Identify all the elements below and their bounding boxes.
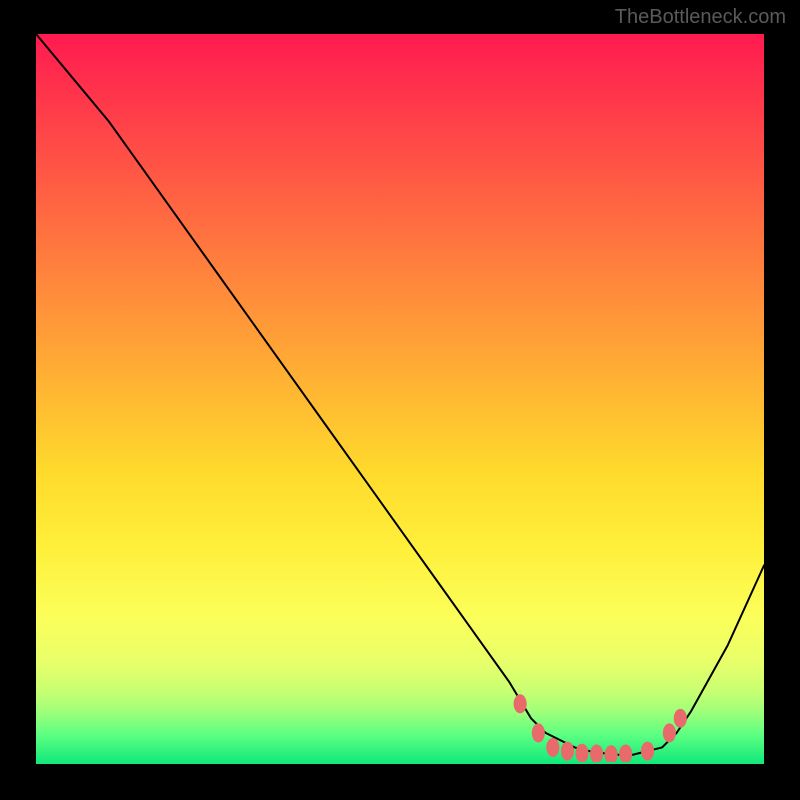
chart-marker bbox=[514, 694, 527, 713]
chart-plot-area bbox=[36, 34, 764, 764]
chart-marker bbox=[641, 742, 654, 761]
chart-marker bbox=[674, 709, 687, 728]
chart-markers bbox=[514, 694, 687, 762]
chart-svg bbox=[36, 34, 764, 762]
chart-marker bbox=[575, 744, 588, 762]
chart-marker bbox=[561, 742, 574, 761]
chart-marker bbox=[619, 745, 632, 762]
chart-marker bbox=[546, 738, 559, 757]
watermark-text: TheBottleneck.com bbox=[615, 6, 786, 29]
chart-marker bbox=[663, 723, 676, 742]
chart-marker bbox=[605, 745, 618, 762]
chart-curve bbox=[36, 34, 764, 755]
chart-marker bbox=[532, 723, 545, 742]
chart-marker bbox=[590, 745, 603, 762]
